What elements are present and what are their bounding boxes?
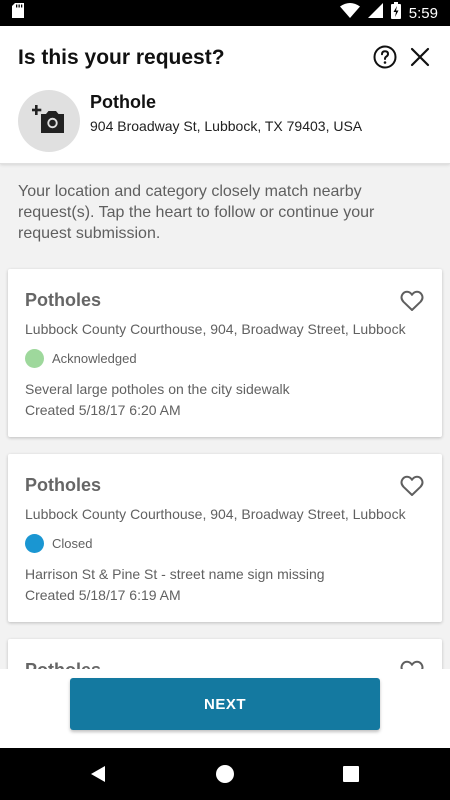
card-title: Potholes xyxy=(25,475,102,495)
intro-text: Your location and category closely match… xyxy=(18,183,375,242)
add-photo-button[interactable] xyxy=(18,90,80,152)
next-button[interactable]: NEXT xyxy=(70,678,380,730)
card-title: Potholes xyxy=(25,290,102,310)
request-category: Pothole xyxy=(90,92,156,112)
request-card[interactable]: Potholes Lubbock County Courthouse, 904,… xyxy=(8,454,442,622)
close-icon[interactable] xyxy=(409,46,431,68)
status-dot xyxy=(25,534,44,553)
request-card[interactable]: Potholes xyxy=(8,639,442,669)
card-description: Several large potholes on the city sidew… xyxy=(25,381,290,397)
heart-icon[interactable] xyxy=(400,290,424,312)
home-icon[interactable] xyxy=(216,765,234,783)
card-created: Created 5/18/17 6:20 AM xyxy=(25,402,181,418)
add-photo-icon xyxy=(31,104,66,139)
heart-icon[interactable] xyxy=(400,660,424,669)
heart-icon[interactable] xyxy=(400,475,424,497)
card-location: Lubbock County Courthouse, 904, Broadway… xyxy=(25,506,406,522)
sd-card-icon xyxy=(12,3,24,23)
recents-icon[interactable] xyxy=(343,766,359,782)
card-created: Created 5/18/17 6:19 AM xyxy=(25,587,181,603)
request-address: 904 Broadway St, Lubbock, TX 79403, USA xyxy=(90,118,363,134)
help-circle-icon[interactable] xyxy=(373,45,397,69)
status-label: Closed xyxy=(52,536,93,551)
signal-icon xyxy=(367,3,383,23)
wifi-icon xyxy=(339,3,360,23)
status-badge: Closed xyxy=(25,534,92,553)
request-header: Is this your request? Pothole 904 Broadw… xyxy=(0,26,450,164)
status-dot xyxy=(25,349,44,368)
status-bar: 5:59 xyxy=(0,0,450,26)
request-card[interactable]: Potholes Lubbock County Courthouse, 904,… xyxy=(8,269,442,437)
status-time: 5:59 xyxy=(408,4,438,22)
footer: NEXT xyxy=(0,669,450,748)
card-title: Potholes xyxy=(25,660,101,669)
battery-icon xyxy=(390,2,401,24)
nearby-requests-list[interactable]: Your location and category closely match… xyxy=(0,164,450,669)
page-title: Is this your request? xyxy=(18,46,225,69)
card-location: Lubbock County Courthouse, 904, Broadway… xyxy=(25,321,406,337)
card-description: Harrison St & Pine St - street name sign… xyxy=(25,566,325,582)
nav-bar xyxy=(0,748,450,800)
status-label: Acknowledged xyxy=(52,351,137,366)
back-icon[interactable] xyxy=(89,765,107,788)
status-badge: Acknowledged xyxy=(25,349,137,368)
